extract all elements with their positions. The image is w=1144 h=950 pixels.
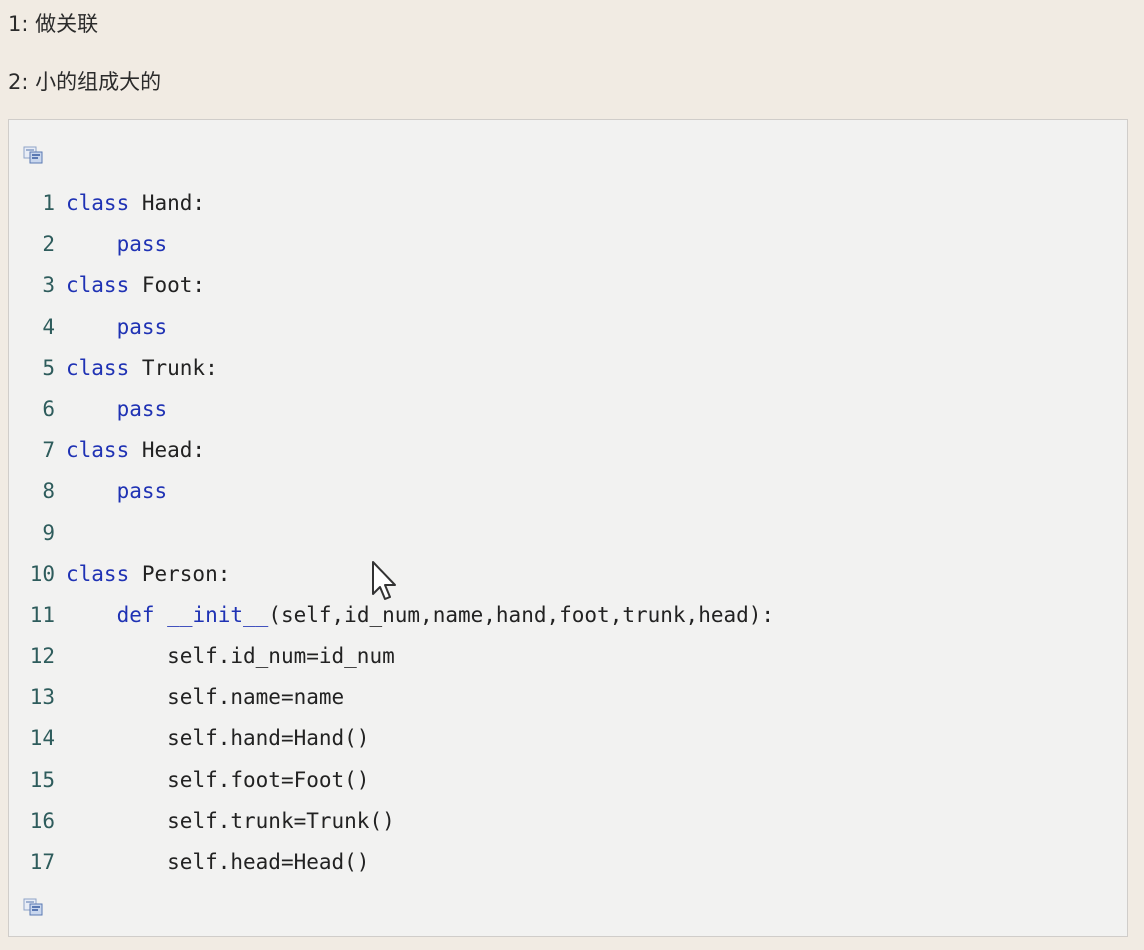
code-text: self.foot=Foot() xyxy=(167,767,370,792)
code-line: 3 class Foot: xyxy=(9,265,1127,306)
code-line: 8 pass xyxy=(9,471,1127,512)
code-args: (self,id_num,name,hand,foot,trunk,head): xyxy=(268,602,775,627)
line-number: 12 xyxy=(29,644,55,669)
line-number: 4 xyxy=(42,314,55,339)
code-line: 1 class Hand: xyxy=(9,183,1127,224)
line-code: self.foot=Foot() xyxy=(66,760,369,801)
code-line: 15 self.foot=Foot() xyxy=(9,760,1127,801)
intro-line-1: 1: 做关联 xyxy=(8,12,99,36)
line-code: class Head: xyxy=(66,430,205,471)
line-code: pass xyxy=(66,224,168,265)
code-text: Trunk: xyxy=(129,355,218,380)
line-number: 5 xyxy=(42,355,55,380)
code-line: 10 class Person: xyxy=(9,554,1127,595)
code-keyword: pass xyxy=(116,314,168,339)
mouse-cursor-icon xyxy=(370,560,400,604)
line-number: 1 xyxy=(42,191,55,215)
line-number: 15 xyxy=(29,767,55,792)
code-text: self.trunk=Trunk() xyxy=(167,808,395,833)
code-keyword: def xyxy=(116,602,155,627)
line-code: pass xyxy=(66,389,168,430)
line-code: self.name=name xyxy=(66,677,344,718)
code-line: 5 class Trunk: xyxy=(9,348,1127,389)
code-line: 9 xyxy=(9,513,1127,554)
code-text: Foot: xyxy=(129,273,206,298)
line-number: 13 xyxy=(29,685,55,710)
code-line: 6 pass xyxy=(9,389,1127,430)
code-text: Hand: xyxy=(129,191,206,215)
copy-code-icon[interactable] xyxy=(23,146,45,164)
line-number: 10 xyxy=(29,561,55,586)
line-number: 8 xyxy=(42,479,55,504)
line-code: self.id_num=id_num xyxy=(66,636,395,677)
line-code: self.trunk=Trunk() xyxy=(66,801,395,842)
code-line: 2 pass xyxy=(9,224,1127,265)
code-line: 11 def __init__(self,id_num,name,hand,fo… xyxy=(9,595,1127,636)
code-lines: 1 class Hand: 2 pass 3 class Foot: 4 pass 5 cla… xyxy=(9,183,1127,883)
code-keyword: pass xyxy=(116,232,168,257)
code-text: Head: xyxy=(129,438,206,463)
code-line: 4 pass xyxy=(9,307,1127,348)
line-code: class Trunk: xyxy=(66,348,218,389)
code-line: 12 self.id_num=id_num xyxy=(9,636,1127,677)
line-number: 16 xyxy=(29,808,55,833)
code-keyword: class xyxy=(66,273,130,298)
code-text: self.name=name xyxy=(167,685,345,710)
line-code: pass xyxy=(66,471,168,512)
code-function-name: __init__ xyxy=(167,602,269,627)
line-number: 3 xyxy=(42,273,55,298)
code-line: 7 class Head: xyxy=(9,430,1127,471)
code-line: 14 self.hand=Hand() xyxy=(9,718,1127,759)
line-code: self.head=Head() xyxy=(66,842,369,883)
line-number: 6 xyxy=(42,396,55,421)
code-text: self.id_num=id_num xyxy=(167,644,395,669)
code-text: Person: xyxy=(129,561,231,586)
line-number: 9 xyxy=(42,520,55,545)
code-line: 13 self.name=name xyxy=(9,677,1127,718)
copy-code-icon[interactable] xyxy=(23,898,45,916)
line-code: class Person: xyxy=(66,554,230,595)
line-number: 11 xyxy=(29,602,55,627)
intro-line-2: 2: 小的组成大的 xyxy=(8,70,162,94)
line-code: pass xyxy=(66,307,168,348)
code-line: 16 self.trunk=Trunk() xyxy=(9,801,1127,842)
code-keyword: class xyxy=(66,191,130,215)
code-keyword: pass xyxy=(116,479,168,504)
line-code: def __init__(self,id_num,name,hand,foot,… xyxy=(66,595,774,636)
code-text: self.head=Head() xyxy=(167,850,370,874)
line-number: 17 xyxy=(29,850,55,874)
line-number: 2 xyxy=(42,232,55,257)
code-keyword: pass xyxy=(116,396,168,421)
code-block: 1 class Hand: 2 pass 3 class Foot: 4 pass 5 cla… xyxy=(8,119,1128,937)
line-code: class Hand: xyxy=(66,183,205,224)
code-keyword: class xyxy=(66,438,130,463)
line-code: class Foot: xyxy=(66,265,205,306)
code-line: 17 self.head=Head() xyxy=(9,842,1127,883)
line-code: self.hand=Hand() xyxy=(66,718,369,759)
code-keyword: class xyxy=(66,561,130,586)
code-keyword: class xyxy=(66,355,130,380)
line-number: 14 xyxy=(29,726,55,751)
line-number: 7 xyxy=(42,438,55,463)
code-text: self.hand=Hand() xyxy=(167,726,370,751)
